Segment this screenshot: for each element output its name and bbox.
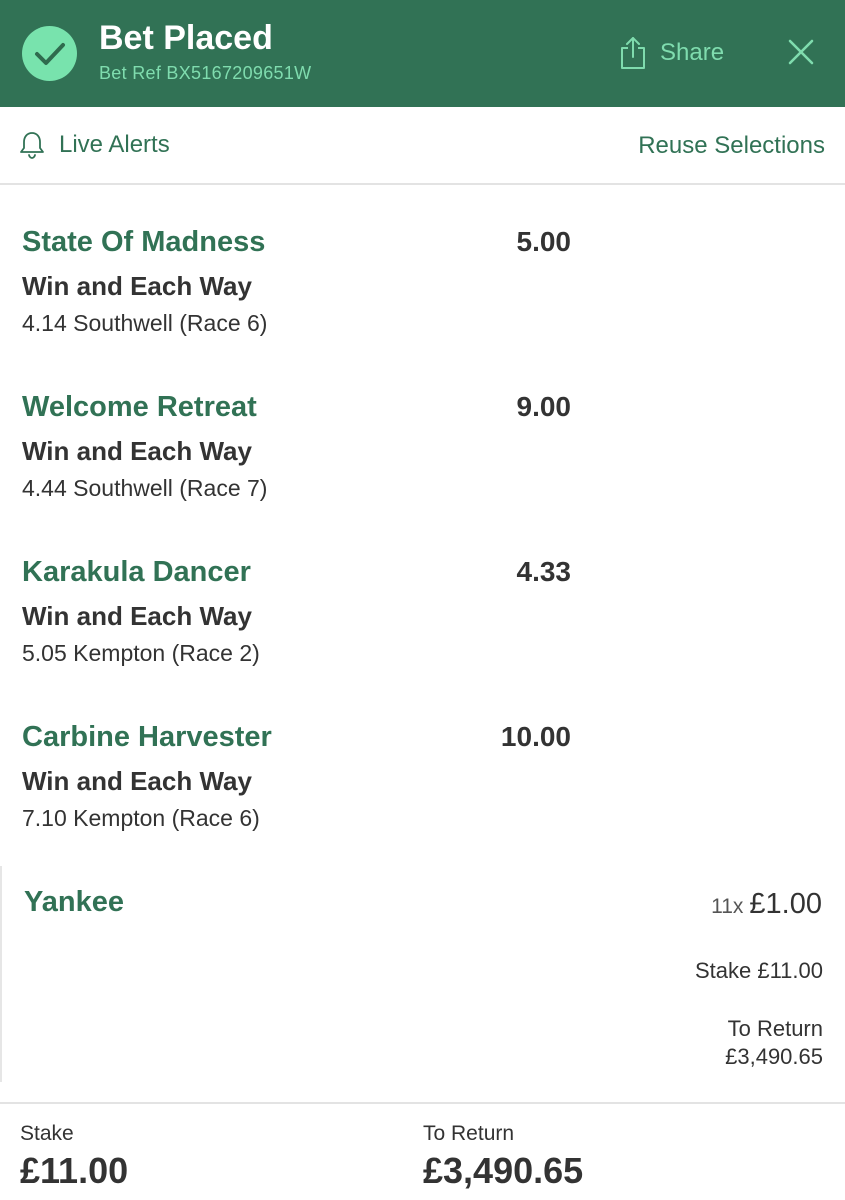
unit-stake: £1.00: [749, 888, 822, 920]
selection-odds: 9.00: [516, 391, 572, 422]
selection-event: 4.14 Southwell (Race 6): [22, 310, 268, 336]
selection-name: State Of Madness: [22, 226, 266, 258]
selection-market: Win and Each Way: [22, 436, 252, 466]
selection-odds: 4.33: [516, 556, 572, 587]
selection-market: Win and Each Way: [22, 766, 252, 796]
selection-item: Welcome Retreat 9.00 Win and Each Way 4.…: [22, 391, 582, 511]
reuse-selections-button[interactable]: Reuse Selections: [638, 132, 825, 160]
selection-name: Karakula Dancer: [22, 556, 251, 588]
selection-item: State Of Madness 5.00 Win and Each Way 4…: [22, 226, 582, 346]
selection-market: Win and Each Way: [22, 271, 252, 301]
selection-odds: 10.00: [500, 721, 571, 752]
line-multiplier: 11x: [711, 895, 744, 918]
alerts-bar: Live Alerts Reuse Selections: [0, 107, 845, 185]
footer-stake-label: Stake: [20, 1122, 74, 1145]
bet-reference: Bet Ref BX5167209651W: [99, 63, 312, 83]
selection-event: 4.44 Southwell (Race 7): [22, 475, 268, 501]
line-stake: 11x £1.00: [711, 888, 822, 921]
bet-placed-header: Bet Placed Bet Ref BX5167209651W Share: [0, 0, 845, 107]
share-label: Share: [660, 39, 725, 66]
footer-return-label: To Return: [423, 1122, 515, 1145]
page-title: Bet Placed: [99, 19, 273, 57]
live-alerts-button[interactable]: Live Alerts: [19, 131, 170, 159]
share-button[interactable]: Share: [620, 33, 724, 73]
selection-name: Carbine Harvester: [22, 721, 272, 753]
selection-odds: 5.00: [516, 226, 572, 257]
bet-type-panel: Yankee 11x £1.00 Stake £11.00 To Return £…: [0, 866, 845, 1082]
bet-total-stake: Stake £11.00: [694, 958, 823, 983]
close-button[interactable]: [787, 38, 815, 66]
footer-stake-value: £11.00: [20, 1150, 129, 1191]
bell-icon: [20, 132, 44, 159]
selection-event: 7.10 Kempton (Race 6): [22, 805, 260, 831]
bet-return-label: To Return: [727, 1016, 823, 1041]
footer-return-value: £3,490.65: [423, 1150, 584, 1191]
close-icon: [788, 39, 814, 65]
selection-market: Win and Each Way: [22, 601, 252, 631]
selection-name: Welcome Retreat: [22, 391, 257, 423]
bet-summary-footer: Stake £11.00 To Return £3,490.65: [0, 1102, 845, 1200]
live-alerts-label: Live Alerts: [59, 131, 170, 158]
selection-item: Carbine Harvester 10.00 Win and Each Way…: [22, 721, 582, 841]
bet-type-name: Yankee: [24, 886, 124, 918]
selection-item: Karakula Dancer 4.33 Win and Each Way 5.…: [22, 556, 582, 676]
selection-event: 5.05 Kempton (Race 2): [22, 640, 260, 666]
share-icon: [621, 37, 645, 69]
check-icon: [22, 26, 77, 81]
bet-return-value: £3,490.65: [725, 1044, 823, 1069]
